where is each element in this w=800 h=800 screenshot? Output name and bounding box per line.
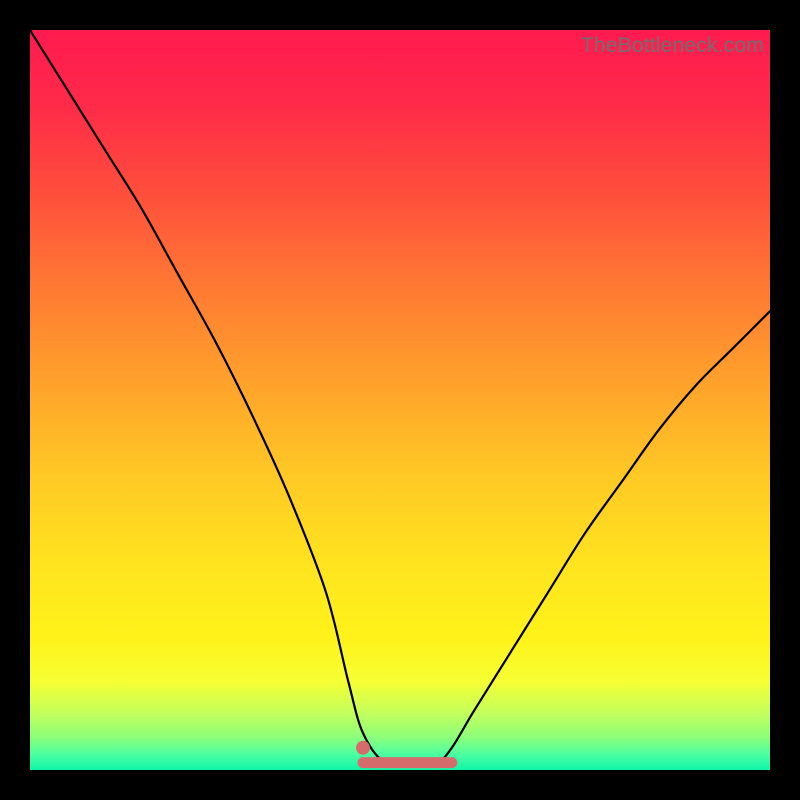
chart-frame: TheBottleneck.com	[30, 30, 770, 770]
background-gradient	[30, 30, 770, 770]
watermark-text: TheBottleneck.com	[581, 34, 764, 58]
